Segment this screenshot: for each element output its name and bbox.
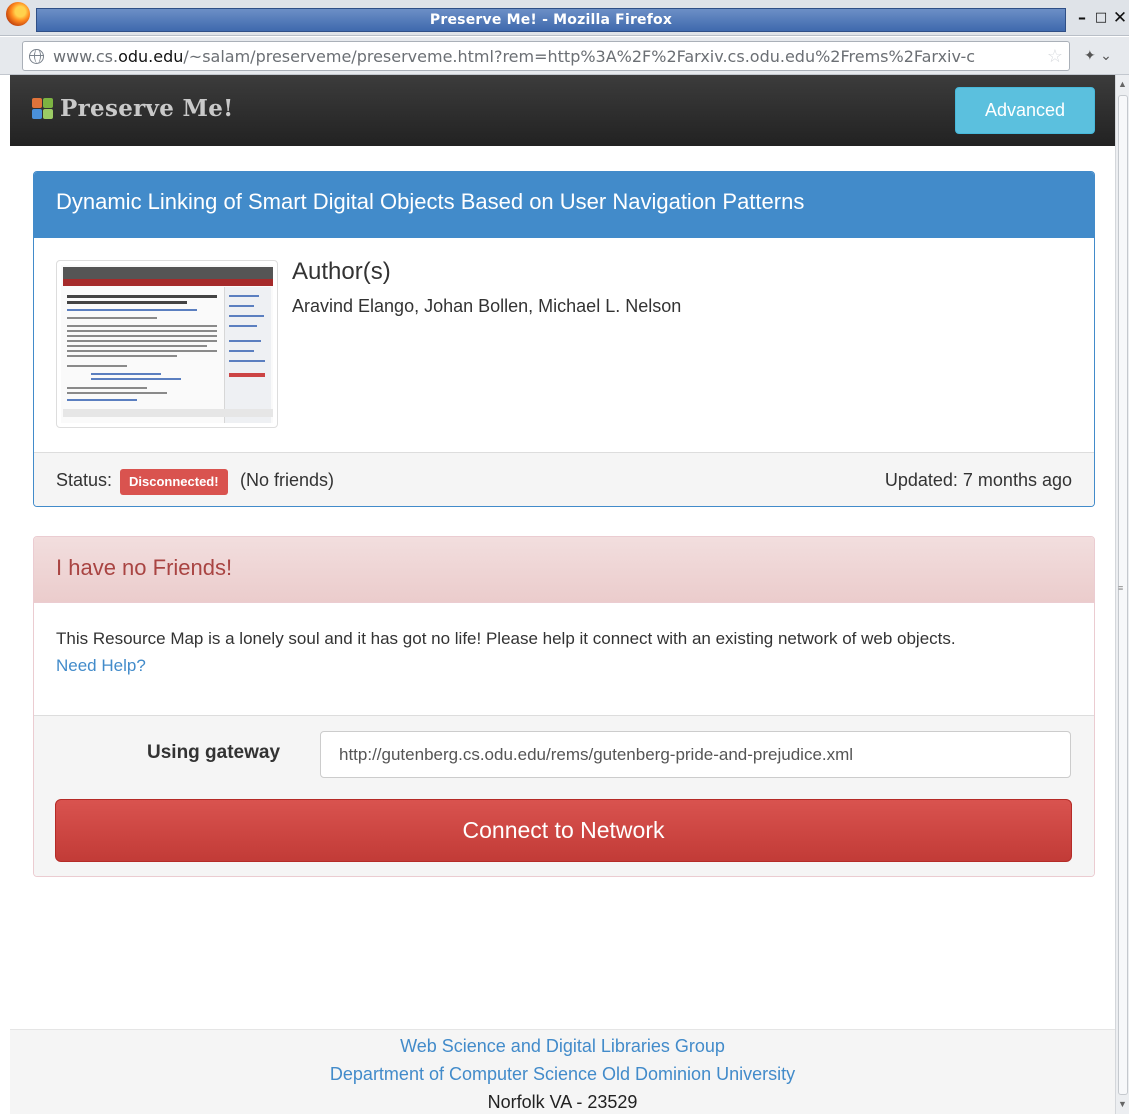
window-titlebar: Preserve Me! - Mozilla Firefox – □ ✕ — [0, 0, 1129, 36]
page-content: Preserve Me! Advanced Dynamic Linking of… — [10, 75, 1115, 1114]
close-button[interactable]: ✕ — [1110, 6, 1129, 30]
bookmark-star-icon[interactable]: ☆ — [1047, 46, 1063, 67]
globe-icon — [29, 49, 44, 64]
title-field: Preserve Me! - Mozilla Firefox — [36, 8, 1066, 32]
no-friends-title: I have no Friends! — [34, 537, 1094, 603]
updated-time: Updated: 7 months ago — [884, 470, 1072, 490]
resource-title: Dynamic Linking of Smart Digital Objects… — [34, 172, 1094, 238]
preserve-me-logo-icon — [32, 97, 54, 120]
scroll-thumb[interactable] — [1118, 95, 1128, 1095]
maximize-button[interactable]: □ — [1091, 6, 1111, 30]
url-field[interactable]: www.cs.odu.edu/~salam/preserveme/preserv… — [22, 41, 1070, 71]
brand[interactable]: Preserve Me! — [32, 95, 234, 122]
scroll-grip-icon: ≡ — [1118, 583, 1124, 593]
gateway-label: Using gateway — [147, 742, 281, 763]
window-title: Preserve Me! - Mozilla Firefox — [429, 12, 673, 28]
authors-list: Aravind Elango, Johan Bollen, Michael L.… — [292, 296, 682, 316]
advanced-button[interactable]: Advanced — [955, 87, 1095, 134]
app-navbar: Preserve Me! Advanced — [10, 75, 1115, 146]
brand-name: Preserve Me! — [60, 95, 234, 122]
resource-panel: Dynamic Linking of Smart Digital Objects… — [33, 171, 1095, 507]
toolbar-menu-icon[interactable]: ✦ ⌄ — [1084, 48, 1112, 64]
scroll-up-icon[interactable]: ▲ — [1118, 79, 1127, 89]
need-help-link[interactable]: Need Help? — [56, 656, 146, 676]
status-badge: Disconnected! — [120, 469, 228, 495]
scroll-down-icon[interactable]: ▼ — [1118, 1099, 1127, 1109]
no-friends-panel: I have no Friends! This Resource Map is … — [33, 536, 1095, 877]
lonely-message: This Resource Map is a lonely soul and i… — [56, 629, 956, 648]
resource-thumbnail[interactable] — [56, 260, 278, 428]
thumbnail-preview — [61, 265, 273, 423]
footer-address: Norfolk VA - 23529 — [487, 1092, 638, 1112]
status-label: Status: — [56, 470, 113, 490]
minimize-button[interactable]: – — [1072, 6, 1092, 30]
url-path: /~salam/preserveme/preserveme.html?rem=h… — [183, 47, 976, 66]
url-text[interactable]: www.cs.odu.edu/~salam/preserveme/preserv… — [53, 47, 975, 66]
friends-count: (No friends) — [240, 470, 335, 490]
authors-heading: Author(s) — [292, 258, 391, 285]
gateway-input[interactable] — [320, 731, 1071, 778]
wsdl-group-link[interactable]: Web Science and Digital Libraries Group — [10, 1036, 1115, 1057]
vertical-scrollbar[interactable]: ▲ ≡ ▼ — [1115, 75, 1129, 1114]
gateway-form: Using gateway Connect to Network — [34, 715, 1094, 876]
firefox-logo-icon — [6, 2, 30, 26]
url-prefix: www.cs. — [53, 47, 119, 66]
connect-to-network-button[interactable]: Connect to Network — [55, 799, 1072, 862]
odu-cs-department-link[interactable]: Department of Computer Science Old Domin… — [10, 1064, 1115, 1085]
url-domain: odu.edu — [118, 47, 184, 66]
status-bar: Status: Disconnected! (No friends) Updat… — [34, 452, 1094, 506]
navigation-toolbar: www.cs.odu.edu/~salam/preserveme/preserv… — [0, 37, 1129, 75]
page-footer: Web Science and Digital Libraries Group … — [10, 1029, 1115, 1114]
